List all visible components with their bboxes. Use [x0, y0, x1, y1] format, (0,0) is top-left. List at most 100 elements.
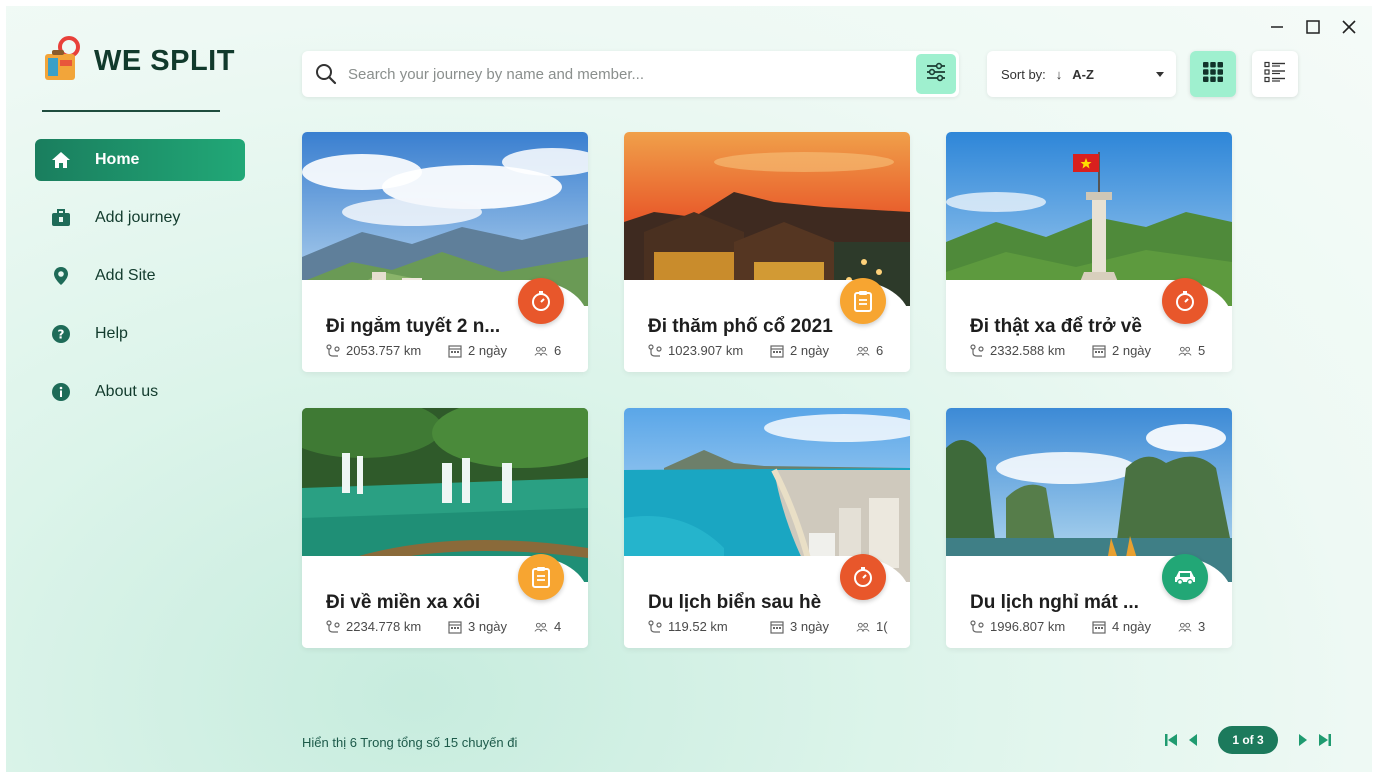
group-icon	[534, 620, 548, 634]
route-icon	[326, 619, 340, 634]
journey-meta: 119.52 km 3 ngày 1(	[648, 619, 903, 634]
sidebar-item-add-site[interactable]: Add Site	[35, 255, 245, 297]
journey-days: 3 ngày	[468, 619, 508, 634]
route-icon	[326, 343, 340, 358]
calendar-icon	[448, 620, 462, 634]
minimize-icon[interactable]	[1268, 18, 1286, 36]
route-icon	[648, 619, 662, 634]
pagination: 1 of 3	[1160, 726, 1336, 754]
journey-members: 4	[554, 619, 562, 634]
journey-days: 3 ngày	[790, 619, 830, 634]
group-icon	[534, 344, 548, 358]
app-title: WE SPLIT	[94, 45, 235, 77]
sidebar-item-add-journey[interactable]: Add journey	[35, 197, 245, 239]
journey-card[interactable]: Du lịch biển sau hè 119.52 km 3 ngày 1(	[624, 408, 910, 648]
sidebar-item-label: About us	[95, 383, 159, 400]
calendar-icon	[770, 620, 784, 634]
next-page-icon[interactable]	[1292, 729, 1314, 751]
sort-direction-icon: ↓	[1055, 66, 1063, 82]
journey-title: Đi thật xa để trở về	[970, 316, 1142, 337]
sidebar-item-help[interactable]: ? Help	[35, 313, 245, 355]
svg-text:?: ?	[58, 328, 65, 342]
journey-days: 4 ngày	[1112, 619, 1152, 634]
list-icon	[1264, 61, 1286, 88]
calendar-icon	[770, 344, 784, 358]
journey-days: 2 ngày	[790, 343, 830, 358]
window-controls	[1268, 18, 1358, 36]
grid-view-button[interactable]	[1190, 51, 1236, 97]
last-page-icon[interactable]	[1314, 729, 1336, 751]
calendar-icon	[1092, 344, 1106, 358]
suitcase-icon	[51, 208, 71, 228]
route-icon	[970, 619, 984, 634]
app-window: WE SPLIT Home Add journey Add Site ? Hel…	[6, 6, 1372, 772]
journey-meta: 2053.757 km 2 ngày 6	[326, 343, 581, 358]
maximize-icon[interactable]	[1304, 18, 1322, 36]
route-icon	[970, 343, 984, 358]
luggage-pin-icon	[42, 36, 84, 87]
journey-distance: 119.52 km	[668, 619, 728, 634]
journey-card[interactable]: Đi thật xa để trở về 2332.588 km 2 ngày …	[946, 132, 1232, 372]
journey-distance: 2332.588 km	[990, 343, 1066, 358]
search-input[interactable]	[348, 65, 916, 83]
logo-divider	[42, 110, 220, 112]
grid-icon	[1202, 61, 1224, 88]
home-icon	[51, 150, 71, 170]
journey-distance: 2053.757 km	[346, 343, 422, 358]
filter-button[interactable]	[916, 54, 956, 94]
sort-value: A-Z	[1072, 66, 1094, 82]
journey-title: Du lịch nghỉ mát ...	[970, 592, 1139, 613]
search-icon	[314, 62, 338, 86]
journey-title: Du lịch biển sau hè	[648, 592, 822, 613]
journey-meta: 1023.907 km 2 ngày 6	[648, 343, 903, 358]
chevron-down-icon	[1156, 72, 1164, 77]
journey-title: Đi thăm phố cổ 2021	[648, 316, 833, 337]
journey-distance: 2234.778 km	[346, 619, 422, 634]
journey-card[interactable]: Đi ngắm tuyết 2 n... 2053.757 km 2 ngày …	[302, 132, 588, 372]
group-icon	[1178, 344, 1192, 358]
journey-members: 5	[1198, 343, 1206, 358]
question-icon: ?	[51, 324, 71, 344]
journey-members: 6	[876, 343, 884, 358]
sidebar-item-label: Add journey	[95, 209, 181, 226]
list-view-button[interactable]	[1252, 51, 1298, 97]
app-logo: WE SPLIT	[42, 36, 235, 87]
journey-distance: 1023.907 km	[668, 343, 744, 358]
sidebar-nav: Home Add journey Add Site ? Help About u…	[35, 139, 245, 429]
group-icon	[856, 620, 870, 634]
journey-title: Đi ngắm tuyết 2 n...	[326, 316, 501, 337]
search-bar	[302, 51, 959, 97]
group-icon	[1178, 620, 1192, 634]
journey-card[interactable]: Đi về miền xa xôi 2234.778 km 3 ngày 4	[302, 408, 588, 648]
journey-days: 2 ngày	[468, 343, 508, 358]
first-page-icon[interactable]	[1160, 729, 1182, 751]
journey-distance: 1996.807 km	[990, 619, 1066, 634]
journey-meta: 1996.807 km 4 ngày 3	[970, 619, 1225, 634]
journey-members: 3	[1198, 619, 1206, 634]
results-summary: Hiển thị 6 Trong tổng số 15 chuyến đi	[302, 735, 518, 750]
journey-members: 1(	[876, 619, 888, 634]
info-icon	[51, 382, 71, 402]
journey-title: Đi về miền xa xôi	[326, 592, 481, 613]
group-icon	[856, 344, 870, 358]
close-icon[interactable]	[1340, 18, 1358, 36]
journey-card[interactable]: Du lịch nghỉ mát ... 1996.807 km 4 ngày …	[946, 408, 1232, 648]
page-indicator: 1 of 3	[1218, 726, 1278, 754]
sliders-icon	[925, 62, 947, 87]
sidebar-item-label: Help	[95, 325, 128, 342]
journey-meta: 2332.588 km 2 ngày 5	[970, 343, 1225, 358]
calendar-icon	[1092, 620, 1106, 634]
journey-card[interactable]: Đi thăm phố cổ 2021 1023.907 km 2 ngày 6	[624, 132, 910, 372]
route-icon	[648, 343, 662, 358]
sidebar-item-label: Add Site	[95, 267, 156, 284]
journey-days: 2 ngày	[1112, 343, 1152, 358]
journey-meta: 2234.778 km 3 ngày 4	[326, 619, 581, 634]
sort-dropdown[interactable]: Sort by: ↓ A-Z	[987, 51, 1176, 97]
previous-page-icon[interactable]	[1182, 729, 1204, 751]
sidebar-item-label: Home	[95, 151, 140, 168]
sidebar-item-home[interactable]: Home	[35, 139, 245, 181]
calendar-icon	[448, 344, 462, 358]
location-pin-icon	[51, 266, 71, 286]
journey-members: 6	[554, 343, 562, 358]
sidebar-item-about[interactable]: About us	[35, 371, 245, 413]
